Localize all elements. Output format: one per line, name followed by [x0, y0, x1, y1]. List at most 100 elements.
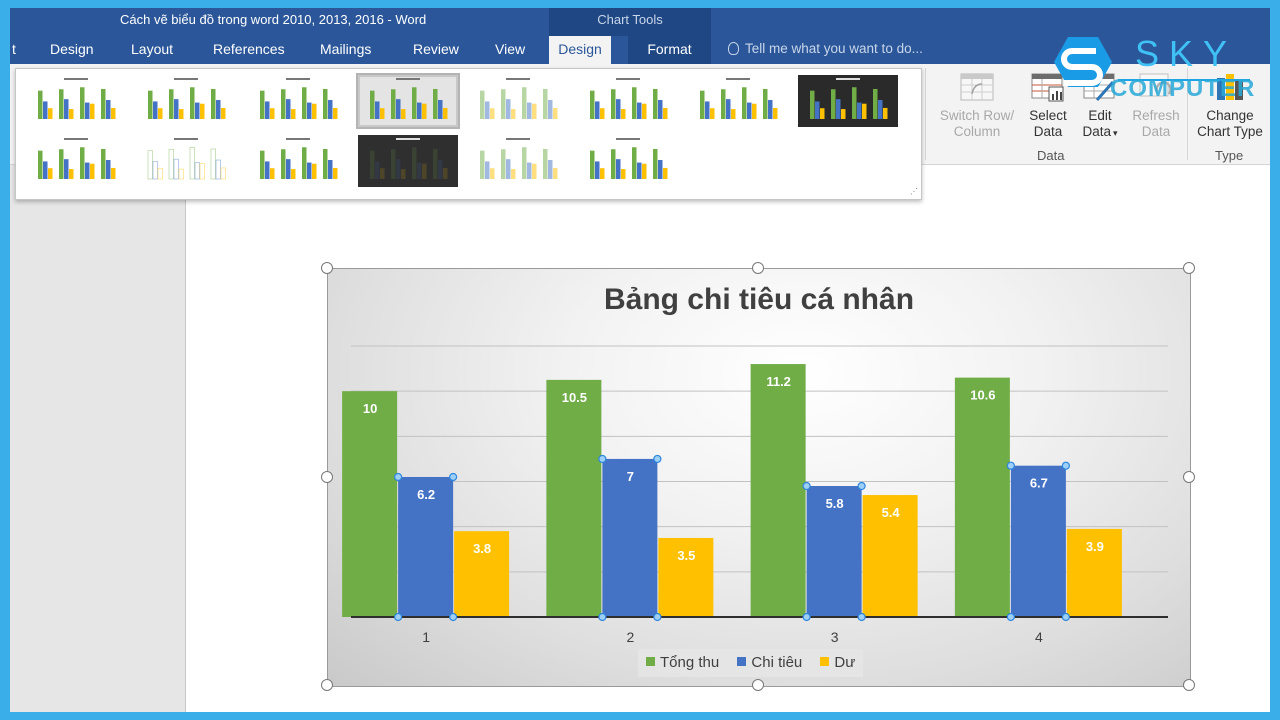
chart-style-thumbnail[interactable] [136, 135, 236, 187]
refresh-data-label2: Data [1141, 124, 1171, 139]
data-label: 6.2 [417, 487, 435, 502]
legend-swatch-yellow [820, 657, 830, 666]
legend-swatch-green [646, 657, 655, 666]
chevron-down-icon: ▾ [1113, 128, 1118, 138]
chart-styles-gallery: ⋰ [15, 68, 922, 200]
tab-chart-format[interactable]: Format [628, 36, 711, 64]
ribbon-separator [925, 68, 926, 160]
data-label: 7 [627, 469, 634, 484]
type-group-label: Type [1215, 148, 1244, 163]
chart-style-thumbnail[interactable] [26, 75, 126, 127]
tab-references[interactable]: References [205, 36, 293, 64]
edit-data-label2-text: Data [1082, 124, 1111, 139]
tab-mailings[interactable]: Mailings [312, 36, 379, 64]
resize-grip-icon[interactable]: ⋰ [910, 188, 918, 196]
data-label: 10.6 [970, 388, 995, 403]
chart-style-preview [26, 75, 126, 127]
chart-style-thumbnail[interactable] [578, 75, 678, 127]
switch-row-column-icon [960, 72, 994, 102]
resize-handle-bottom[interactable] [752, 679, 764, 691]
tell-me-box[interactable]: Tell me what you want to do... [728, 36, 923, 64]
chart-object[interactable]: Bảng chi tiêu cá nhân 10 6.2 3.8 1 10.5 7 3.5 2… [327, 268, 1191, 687]
chart-style-thumbnail[interactable] [798, 75, 898, 127]
switch-row-column-label2: Column [953, 124, 1001, 139]
data-label: 3.5 [677, 548, 695, 563]
chart-plot-area[interactable]: 10 6.2 3.8 1 10.5 7 3.5 2 11.2 5.8 5.4 3 10.6 6.7 3.9 4 [328, 269, 1190, 686]
data-label: 5.4 [882, 505, 901, 520]
chart-style-preview [136, 135, 236, 187]
chart-style-thumbnail[interactable] [688, 75, 788, 127]
chart-style-thumbnail[interactable] [468, 75, 568, 127]
selection-handle [394, 612, 403, 622]
chart-legend[interactable]: Tổng thu Chi tiêu Dư [638, 649, 864, 677]
x-tick-label: 2 [626, 629, 634, 645]
legend-item-chi-tieu[interactable]: Chi tiêu [737, 649, 802, 677]
window-title: Cách vẽ biểu đồ trong word 2010, 2013, 2… [120, 12, 427, 27]
resize-handle-top-right[interactable] [1183, 262, 1195, 274]
data-label: 11.2 [766, 374, 791, 389]
tab-view[interactable]: View [487, 36, 533, 64]
tab-design[interactable]: Design [42, 36, 102, 64]
tell-me-placeholder: Tell me what you want to do... [745, 41, 923, 56]
data-label: 6.7 [1030, 476, 1048, 491]
resize-handle-top-left[interactable] [321, 262, 333, 274]
chart-style-thumbnail[interactable] [136, 75, 236, 127]
chart-style-preview [136, 75, 236, 127]
tab-partial[interactable]: t [10, 36, 24, 64]
x-tick-label: 1 [422, 629, 430, 645]
resize-handle-right[interactable] [1183, 471, 1195, 483]
chart-style-preview [578, 135, 678, 187]
chart-style-preview [798, 75, 898, 127]
data-label: 10 [363, 401, 377, 416]
selection-handle [802, 481, 811, 491]
legend-swatch-blue [737, 657, 747, 666]
chart-style-preview [468, 75, 568, 127]
switch-row-column-label1: Switch Row/ [939, 108, 1015, 123]
chart-style-thumbnail[interactable] [248, 135, 348, 187]
legend-label: Chi tiêu [751, 654, 803, 671]
bar-tong-thu-2[interactable] [546, 379, 602, 617]
resize-handle-top[interactable] [752, 262, 764, 274]
chart-tools-label: Chart Tools [549, 8, 711, 36]
chart-style-thumbnail[interactable] [468, 135, 568, 187]
chart-style-thumbnail[interactable] [578, 135, 678, 187]
tab-chart-design[interactable]: Design [549, 36, 611, 64]
switch-row-column-button[interactable]: Switch Row/ Column [933, 72, 1021, 140]
chart-style-preview [358, 135, 458, 187]
selection-handle [1061, 612, 1070, 622]
resize-handle-left[interactable] [321, 471, 333, 483]
word-window: Cách vẽ biểu đồ trong word 2010, 2013, 2… [10, 8, 1270, 712]
data-label: 5.8 [826, 496, 844, 511]
sky-computer-watermark: SKY COMPUTER [1040, 33, 1270, 115]
document-margin-area [10, 165, 186, 712]
selection-handle [394, 472, 403, 482]
resize-handle-bottom-right[interactable] [1183, 679, 1195, 691]
chart-style-thumbnail[interactable] [26, 135, 126, 187]
edit-data-label2: Data ▾ [1075, 124, 1125, 141]
bar-tong-thu-1[interactable] [342, 391, 398, 617]
legend-label: Tổng thu [660, 654, 720, 671]
chart-style-preview [578, 75, 678, 127]
tab-layout[interactable]: Layout [123, 36, 181, 64]
title-bar: Cách vẽ biểu đồ trong word 2010, 2013, 2… [10, 8, 1270, 36]
chart-style-thumbnail[interactable] [358, 135, 458, 187]
chart-style-thumbnail[interactable] [248, 75, 348, 127]
x-tick-label: 3 [831, 629, 839, 645]
selection-handle [857, 481, 866, 491]
data-label: 10.5 [562, 390, 587, 405]
selection-handle [1061, 461, 1070, 470]
tab-review[interactable]: Review [405, 36, 467, 64]
change-chart-type-label2: Chart Type [1197, 124, 1263, 139]
data-group-label: Data [1037, 148, 1065, 163]
resize-handle-bottom-left[interactable] [321, 679, 333, 691]
watermark-computer: COMPUTER [1110, 75, 1256, 102]
bar-tong-thu-4[interactable] [954, 377, 1010, 617]
select-data-label2: Data [1033, 124, 1063, 139]
bar-tong-thu-3[interactable] [750, 364, 806, 617]
data-label: 3.9 [1086, 539, 1104, 554]
chart-style-preview [360, 77, 456, 125]
selection-handle [598, 454, 607, 464]
legend-item-du[interactable]: Dư [820, 649, 855, 677]
chart-style-thumbnail[interactable] [356, 73, 460, 129]
legend-item-tong-thu[interactable]: Tổng thu [646, 649, 719, 677]
